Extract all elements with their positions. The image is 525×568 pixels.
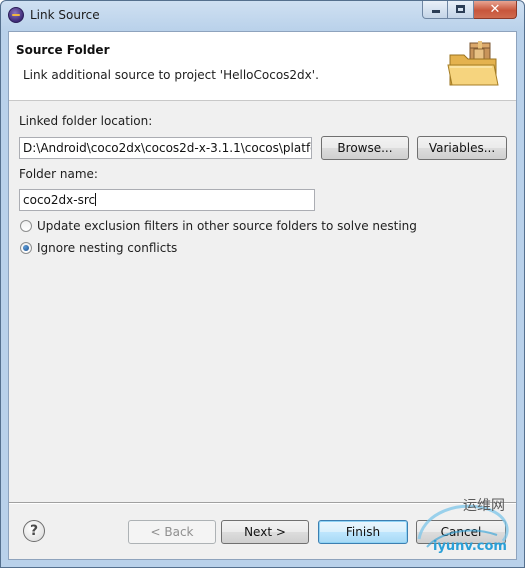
radio-button[interactable]	[20, 220, 32, 232]
folder-name-label: Folder name:	[19, 167, 98, 181]
maximize-icon	[456, 5, 465, 13]
folder-package-icon	[447, 41, 499, 86]
option-label: Update exclusion filters in other source…	[37, 219, 417, 233]
watermark-url: iyunv.com	[433, 539, 507, 554]
option-update-exclusion-filters[interactable]: Update exclusion filters in other source…	[20, 218, 417, 234]
banner-title: Source Folder	[16, 43, 110, 57]
linked-folder-location-field[interactable]: D:\Android\coco2dx\cocos2d-x-3.1.1\cocos…	[19, 137, 312, 159]
site-watermark: 运维网 iyunv.com	[409, 489, 523, 561]
close-icon: ✕	[489, 2, 501, 17]
minimize-button[interactable]	[422, 1, 448, 19]
maximize-button[interactable]	[448, 1, 474, 19]
caption-buttons: ✕	[422, 1, 517, 20]
help-icon[interactable]: ?	[23, 520, 45, 542]
minimize-icon	[432, 10, 440, 13]
folder-name-value: coco2dx-src	[23, 193, 96, 207]
title-bar[interactable]: Link Source ✕	[1, 1, 524, 31]
variables-button[interactable]: Variables...	[417, 136, 507, 160]
close-button[interactable]: ✕	[474, 1, 517, 19]
wizard-banner: Source Folder Link additional source to …	[9, 32, 516, 101]
option-label: Ignore nesting conflicts	[37, 241, 178, 255]
option-ignore-nesting-conflicts[interactable]: Ignore nesting conflicts	[20, 240, 177, 256]
dialog-client-area: Source Folder Link additional source to …	[8, 31, 517, 560]
link-source-dialog: Link Source ✕ Source Folder Link additio…	[0, 0, 525, 568]
text-cursor	[95, 193, 97, 206]
radio-button-selected[interactable]	[20, 242, 32, 254]
browse-button[interactable]: Browse...	[321, 136, 409, 160]
eclipse-app-icon	[8, 7, 24, 23]
watermark-text: 运维网	[463, 498, 505, 514]
next-button[interactable]: Next >	[221, 520, 309, 544]
finish-button[interactable]: Finish	[318, 520, 408, 544]
window-title: Link Source	[30, 8, 100, 22]
back-button[interactable]: < Back	[128, 520, 216, 544]
banner-description: Link additional source to project 'Hello…	[23, 68, 319, 82]
folder-name-field[interactable]: coco2dx-src	[19, 189, 315, 211]
linked-folder-location-label: Linked folder location:	[19, 114, 153, 128]
